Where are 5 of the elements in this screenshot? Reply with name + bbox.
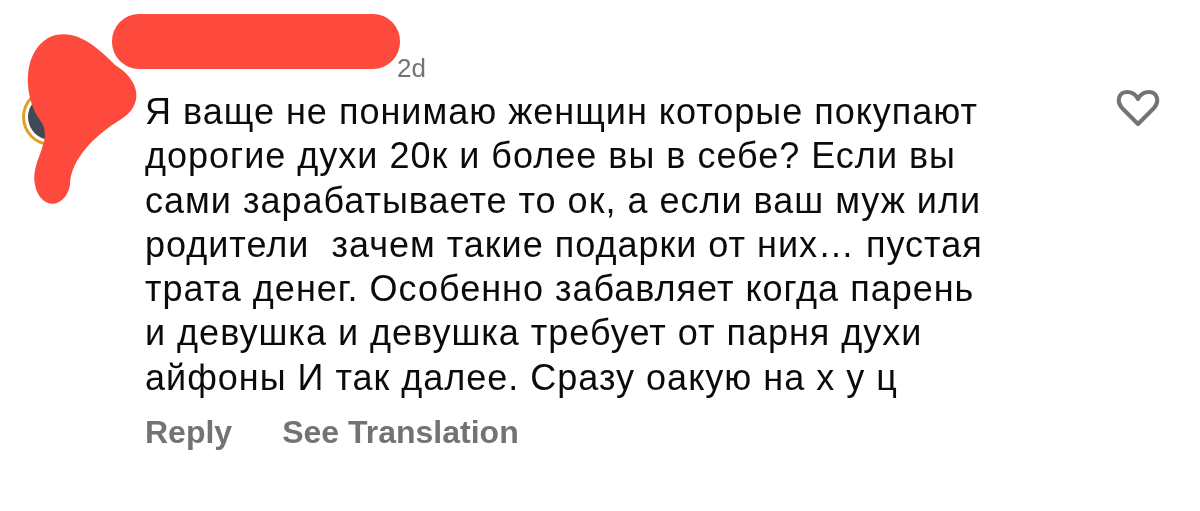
reply-button[interactable]: Reply <box>145 414 233 452</box>
comment-time: 2d <box>397 53 426 84</box>
heart-icon[interactable] <box>1116 88 1160 128</box>
translation-button[interactable]: See Translation <box>282 414 519 452</box>
comment-text: Я ваще не понимаю женщин которые покупают дорогие духи 20к и более вы в себе? Если вы сами зарабатываете то ок, а если ваш муж или родители зачем такие подарки от них… пустая трата денег. Особенно забавляет когда парень и девушка и девушка требует от парня духи айфоны И так далее. Сразу оакую на х у ц <box>145 90 983 400</box>
